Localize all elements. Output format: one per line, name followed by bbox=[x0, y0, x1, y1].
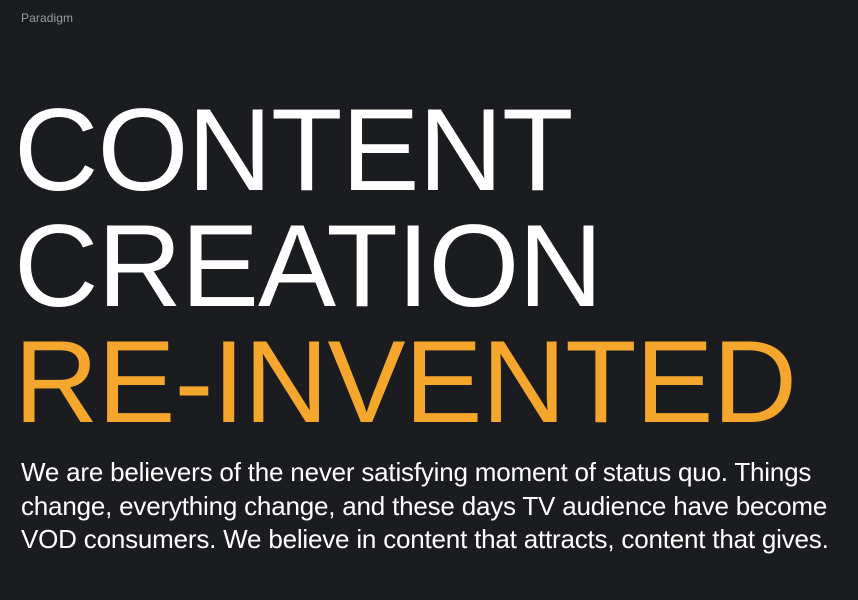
hero-line-content: CONTENT bbox=[14, 84, 573, 216]
intro-paragraph: We are believers of the never satisfying… bbox=[21, 457, 829, 554]
brand-logo-text[interactable]: Paradigm bbox=[21, 11, 73, 25]
hero-line-creation: CREATION bbox=[14, 200, 603, 332]
hero-line-reinvented: RE-INVENTED bbox=[14, 316, 797, 448]
hero-headline: CONTENT CREATION RE-INVENTED bbox=[14, 84, 854, 448]
